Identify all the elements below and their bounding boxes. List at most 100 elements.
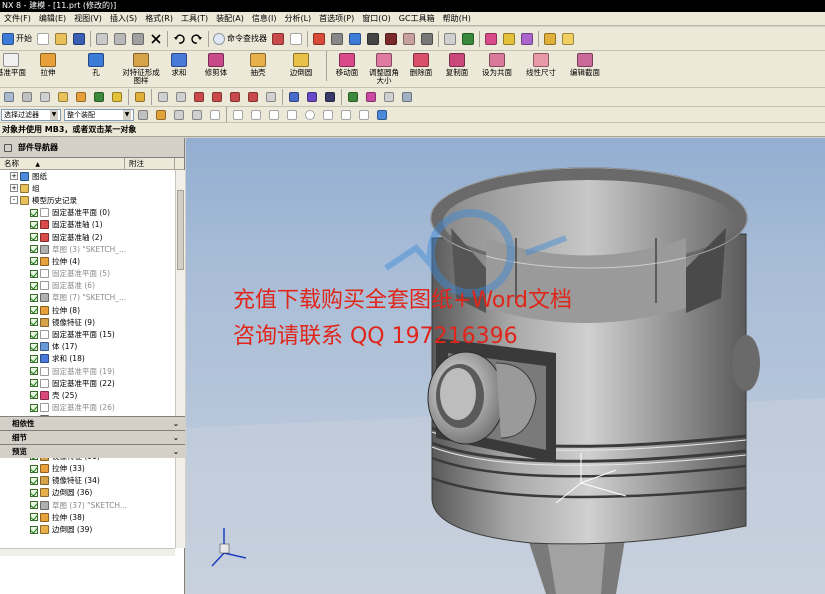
resize-blend-button[interactable]: 调整圆角大小 — [365, 51, 403, 85]
delete-button[interactable] — [148, 31, 164, 47]
undo-button[interactable] — [171, 31, 187, 47]
tree-row[interactable]: 草图 (37) "SKETCH... — [0, 499, 175, 511]
start-button[interactable]: 开始 — [0, 32, 34, 45]
snap-quadrant-button[interactable] — [356, 107, 372, 122]
visibility-checkbox[interactable] — [30, 525, 38, 534]
visibility-checkbox[interactable] — [30, 488, 38, 497]
visibility-checkbox[interactable] — [30, 354, 38, 363]
menu-view[interactable]: 视图(V) — [70, 12, 106, 26]
tree-row[interactable]: 壳 (25) — [0, 389, 175, 401]
tree-row[interactable]: 固定基准平面 (22) — [0, 377, 175, 389]
tree-row[interactable]: + 图纸 — [0, 170, 175, 182]
layer-settings-button[interactable] — [542, 31, 558, 47]
move-face-button[interactable]: 移动面 — [329, 51, 365, 77]
tree-row[interactable]: 固定基准平面 (26) — [0, 402, 175, 414]
paste-button[interactable] — [130, 31, 146, 47]
menu-edit[interactable]: 编辑(E) — [35, 12, 70, 26]
pattern-feature-button[interactable]: 对特征形成图样 — [118, 51, 164, 85]
redo-button[interactable] — [189, 31, 205, 47]
preview-panel[interactable]: 预览 ⌄ — [0, 444, 185, 458]
tree-row[interactable]: 边倒圆 (36) — [0, 487, 175, 499]
tool-button-18[interactable] — [322, 89, 338, 105]
column-note[interactable]: 附注 — [125, 158, 175, 169]
line-tool-button[interactable] — [270, 31, 286, 47]
visibility-checkbox[interactable] — [30, 257, 38, 266]
snap-button-3[interactable] — [171, 107, 187, 122]
visibility-checkbox[interactable] — [30, 220, 38, 229]
tool-button-2[interactable] — [19, 89, 35, 105]
collapse-icon[interactable]: - — [10, 196, 18, 205]
dependencies-panel[interactable]: 相依性 ⌄ — [0, 416, 185, 430]
hole-button[interactable]: 孔 — [74, 51, 118, 77]
tool-button-14[interactable] — [245, 89, 261, 105]
copy-button[interactable] — [112, 31, 128, 47]
visibility-checkbox[interactable] — [30, 281, 38, 290]
tool-button-10[interactable] — [173, 89, 189, 105]
tree-row[interactable]: - 模型历史记录 — [0, 194, 175, 206]
command-finder-button[interactable]: 命令查找器 — [211, 32, 269, 45]
pin-icon[interactable] — [4, 143, 12, 152]
tree-row[interactable]: 草图 (3) "SKETCH_... — [0, 243, 175, 255]
sketch-button[interactable] — [519, 31, 535, 47]
delete-face-button[interactable]: 删除面 — [403, 51, 439, 77]
tree-row[interactable]: 固定基准平面 (0) — [0, 207, 175, 219]
snap-extra-button[interactable] — [374, 107, 390, 122]
open-button[interactable] — [53, 31, 69, 47]
tree-row[interactable]: 草图 (7) "SKETCH_... — [0, 292, 175, 304]
tool-button-8[interactable] — [132, 89, 148, 105]
menu-info[interactable]: 信息(I) — [248, 12, 281, 26]
graphics-viewport[interactable]: 充值下载购买全套图纸+Word文档 咨询请联系 QQ 197216396 — [186, 138, 825, 594]
snap-endpoint-button[interactable] — [230, 107, 246, 122]
tool-button-17[interactable] — [304, 89, 320, 105]
tree-row[interactable]: 拉伸 (38) — [0, 511, 175, 523]
edit-section-button[interactable]: 编辑截面 — [563, 51, 607, 77]
snap-point-button[interactable] — [320, 107, 336, 122]
zoom-button[interactable] — [329, 31, 345, 47]
visibility-checkbox[interactable] — [30, 269, 38, 278]
visibility-checkbox[interactable] — [30, 403, 38, 412]
tool-button-5[interactable] — [73, 89, 89, 105]
background-button[interactable] — [419, 31, 435, 47]
tool-button-21[interactable] — [381, 89, 397, 105]
visibility-checkbox[interactable] — [30, 293, 38, 302]
scrollbar-thumb[interactable] — [177, 190, 184, 270]
column-name[interactable]: 名称 ▲ — [0, 158, 125, 169]
visibility-checkbox[interactable] — [30, 245, 38, 254]
expand-icon[interactable]: + — [10, 184, 18, 193]
snap-button-2[interactable] — [153, 107, 169, 122]
wcs-button[interactable] — [460, 31, 476, 47]
tool-button-3[interactable] — [37, 89, 53, 105]
visibility-checkbox[interactable] — [30, 513, 38, 522]
tree-row[interactable]: 拉伸 (8) — [0, 304, 175, 316]
unite-button[interactable]: 求和 — [164, 51, 194, 77]
trim-body-button[interactable]: 修剪体 — [194, 51, 238, 77]
tool-button-19[interactable] — [345, 89, 361, 105]
visibility-checkbox[interactable] — [30, 342, 38, 351]
selection-filter-dropdown[interactable]: 选择过滤器 ▼ — [1, 108, 61, 121]
snap-intersection-button[interactable] — [338, 107, 354, 122]
highlight-button[interactable] — [560, 31, 576, 47]
assembly-scope-dropdown[interactable]: 整个装配 ▼ — [64, 108, 134, 121]
snap-button-4[interactable] — [189, 107, 205, 122]
shaded-button[interactable] — [365, 31, 381, 47]
menu-insert[interactable]: 插入(S) — [106, 12, 141, 26]
navigator-scrollbar[interactable] — [175, 170, 185, 548]
tree-row[interactable]: 边倒圆 (39) — [0, 523, 175, 535]
tree-row[interactable]: 拉伸 (33) — [0, 463, 175, 475]
select-button[interactable] — [288, 31, 304, 47]
menu-help[interactable]: 帮助(H) — [439, 12, 475, 26]
tree-row[interactable]: 镜像特征 (34) — [0, 475, 175, 487]
save-button[interactable] — [71, 31, 87, 47]
menu-format[interactable]: 格式(R) — [141, 12, 177, 26]
details-panel[interactable]: 细节 ⌄ — [0, 430, 185, 444]
snap-arc-button[interactable] — [284, 107, 300, 122]
tree-row[interactable]: 固定基准平面 (19) — [0, 365, 175, 377]
tree-row[interactable]: + 组 — [0, 182, 175, 194]
layer-button[interactable] — [442, 31, 458, 47]
tool-button-12[interactable] — [209, 89, 225, 105]
snap-midpoint-button[interactable] — [248, 107, 264, 122]
shell-button[interactable]: 抽壳 — [238, 51, 278, 77]
expand-icon[interactable]: + — [10, 172, 18, 181]
tool-button-11[interactable] — [191, 89, 207, 105]
visibility-checkbox[interactable] — [30, 379, 38, 388]
